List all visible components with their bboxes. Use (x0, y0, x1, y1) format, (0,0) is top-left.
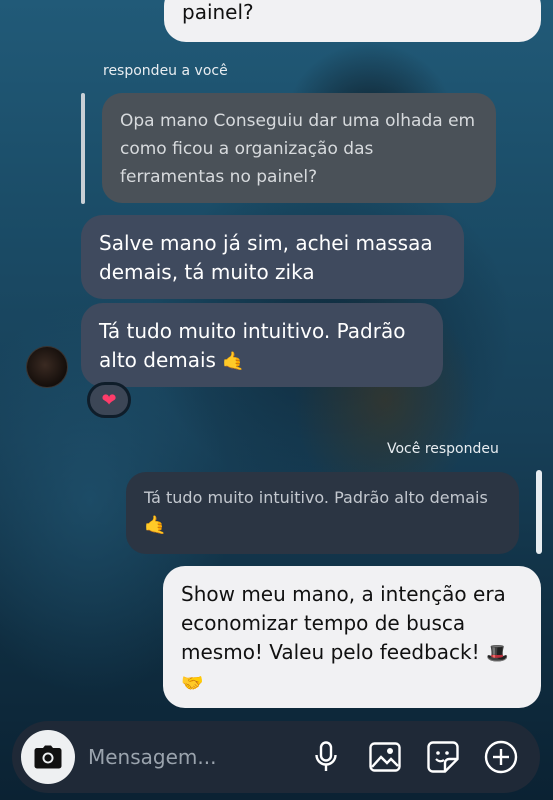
message-text: Show meu mano, a intenção era economizar… (181, 582, 506, 664)
heart-icon: ❤ (101, 389, 117, 411)
reply-label-outgoing: Você respondeu (387, 441, 499, 457)
message-text: Tá tudo muito intuitivo. Padrão alto dem… (99, 319, 406, 372)
gallery-icon (369, 742, 401, 772)
quoted-text: Tá tudo muito intuitivo. Padrão alto dem… (144, 488, 488, 507)
message-input[interactable]: Mensagem... (88, 739, 278, 775)
call-me-hand-emoji: 🤙 (222, 351, 245, 372)
message-composer: Mensagem... (12, 721, 540, 793)
sticker-icon (427, 741, 459, 773)
message-text: Salve mano já sim, achei massaa demais, … (99, 231, 433, 284)
reply-label-incoming: respondeu a você (103, 63, 228, 79)
add-icon (484, 740, 518, 774)
camera-button[interactable] (21, 730, 75, 784)
outgoing-message-top[interactable]: painel? (164, 0, 541, 42)
incoming-message[interactable]: Tá tudo muito intuitivo. Padrão alto dem… (81, 303, 443, 387)
quoted-message-incoming[interactable]: Opa mano Conseguiu dar uma olhada em com… (102, 93, 496, 203)
incoming-message[interactable]: Salve mano já sim, achei massaa demais, … (81, 215, 464, 299)
microphone-button[interactable] (308, 739, 344, 775)
handshake-emoji: 🤝 (181, 673, 204, 694)
microphone-icon (315, 741, 337, 771)
message-text: painel? (182, 0, 254, 24)
quoted-message-outgoing[interactable]: Tá tudo muito intuitivo. Padrão alto dem… (126, 472, 519, 554)
top-hat-emoji: 🎩 (485, 643, 509, 664)
add-button[interactable] (483, 739, 519, 775)
camera-icon (34, 745, 62, 769)
quoted-text: Opa mano Conseguiu dar uma olhada em com… (120, 111, 476, 187)
reply-indicator-bar-outgoing (536, 470, 542, 554)
reply-indicator-bar (81, 93, 85, 204)
sender-avatar[interactable] (26, 346, 68, 388)
sticker-button[interactable] (425, 739, 461, 775)
gallery-button[interactable] (367, 739, 403, 775)
heart-reaction[interactable]: ❤ (87, 382, 131, 418)
call-me-hand-emoji: 🤙 (144, 515, 167, 536)
outgoing-message[interactable]: Show meu mano, a intenção era economizar… (163, 566, 541, 708)
